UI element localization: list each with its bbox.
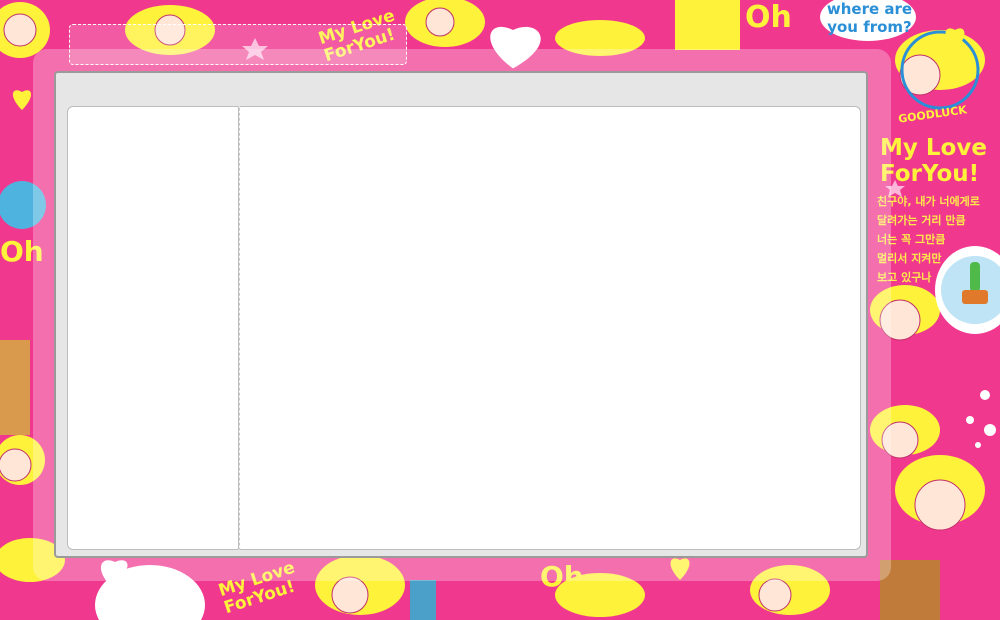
korean-line-3: 너는 꼭 그만큼 [877,233,946,246]
korean-line-5: 보고 있구나 [877,271,932,284]
right-page-panel[interactable] [239,106,861,550]
window-title-strip [56,73,866,106]
love-text-right: My Love ForYou! [880,135,987,187]
korean-line-4: 멀리서 지켜만 [877,252,942,265]
left-page-panel[interactable] [67,106,239,550]
love-text-right-line-1: My Love [880,135,987,161]
korean-poem: 친구야, 내가 너에게로 달려가는 거리 만큼 너는 꼭 그만큼 멀리서 지켜만… [877,192,995,287]
content-window [54,71,868,558]
book-layout [67,106,861,550]
header-banner-area[interactable] [69,24,407,65]
speech-bubble-text: where are you from? [822,0,917,36]
korean-line-2: 달려가는 거리 만큼 [877,214,966,227]
oh-text-top: Oh [745,0,792,35]
speech-bubble-line-2: you from? [827,18,912,36]
love-text-right-line-2: ForYou! [880,161,980,187]
speech-bubble-line-1: where are [826,0,913,18]
korean-line-1: 친구야, 내가 너에게로 [877,195,980,208]
